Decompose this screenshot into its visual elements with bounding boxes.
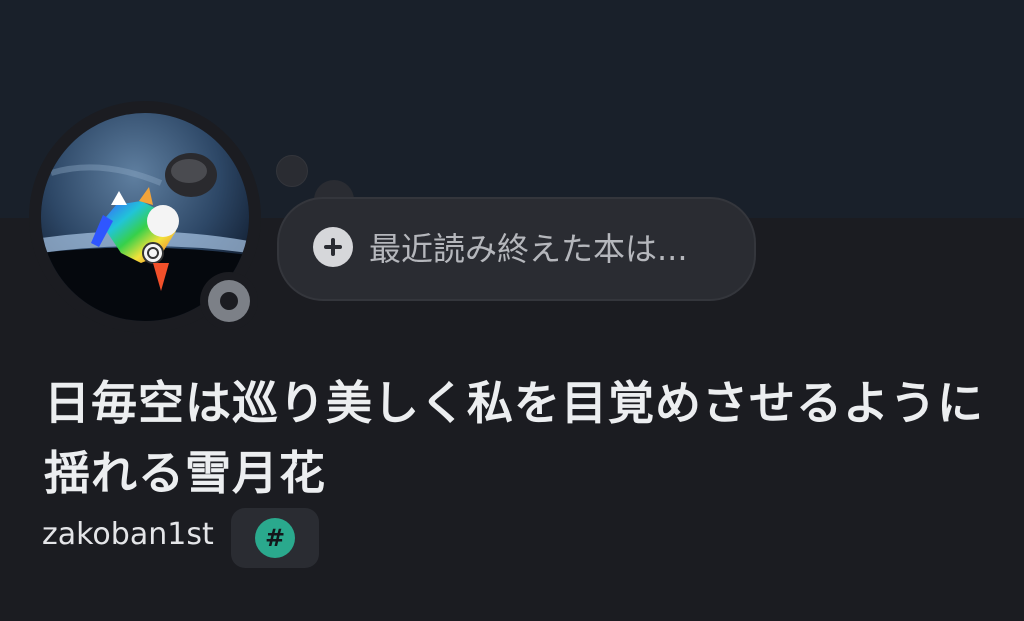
display-name: 日毎空は巡り美しく私を目覚めさせるように揺れる雪月花 bbox=[44, 376, 984, 500]
username[interactable]: zakoban1st bbox=[42, 515, 214, 555]
profile-page: 最近読み終えた本は... 日毎空は巡り美しく私を目覚めさせるように揺れる雪月花 … bbox=[0, 0, 1024, 621]
hashtag-icon: # bbox=[255, 518, 295, 558]
profile-badge[interactable]: # bbox=[231, 508, 319, 568]
plus-circle-icon bbox=[313, 227, 353, 267]
custom-status-placeholder: 最近読み終えた本は... bbox=[369, 230, 688, 268]
thought-bubble-dot-small bbox=[276, 155, 308, 187]
custom-status-bubble[interactable]: 最近読み終えた本は... bbox=[277, 197, 756, 301]
status-offline-icon-center bbox=[220, 292, 238, 310]
